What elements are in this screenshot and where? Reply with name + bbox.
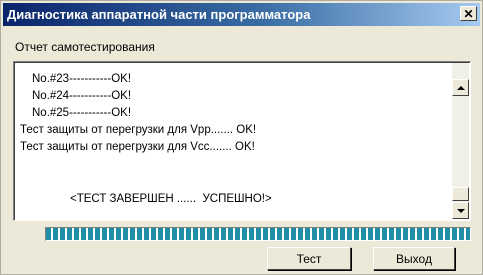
- log-line: Тест защиты от перегрузки для Vpp.......…: [20, 124, 257, 136]
- exit-button[interactable]: Выход: [373, 247, 455, 270]
- arrow-up-icon: [456, 85, 465, 90]
- test-progress-bar: [45, 227, 471, 241]
- progress-fill: [46, 228, 470, 240]
- test-complete-message: <ТЕСТ ЗАВЕРШЕН ...... УСПЕШНО!>: [70, 193, 272, 205]
- scroll-down-button[interactable]: [452, 202, 469, 219]
- close-button[interactable]: ✕: [460, 6, 477, 21]
- log-line: No.#25-----------OK!: [32, 107, 132, 119]
- self-test-log[interactable]: No.#23-----------OK! No.#24-----------OK…: [13, 61, 471, 221]
- self-test-report-label: Отчет самотестирования: [15, 40, 155, 54]
- log-lines: No.#23-----------OK! No.#24-----------OK…: [20, 71, 440, 156]
- diagnostics-dialog: Диагностика аппаратной части программато…: [0, 0, 483, 275]
- arrow-down-icon: [456, 208, 465, 213]
- scroll-up-button[interactable]: [452, 79, 469, 96]
- log-line: Тест защиты от перегрузки для Vcc.......…: [20, 141, 255, 153]
- scroll-thumb[interactable]: [452, 187, 469, 201]
- log-line: No.#24-----------OK!: [32, 90, 132, 102]
- log-line: No.#23-----------OK!: [32, 73, 132, 85]
- title-bar[interactable]: Диагностика аппаратной части программато…: [3, 3, 480, 26]
- test-button[interactable]: Тест: [267, 247, 351, 270]
- close-icon: ✕: [463, 6, 474, 21]
- window-title: Диагностика аппаратной части программато…: [7, 7, 311, 22]
- log-scrollbar[interactable]: [452, 63, 469, 219]
